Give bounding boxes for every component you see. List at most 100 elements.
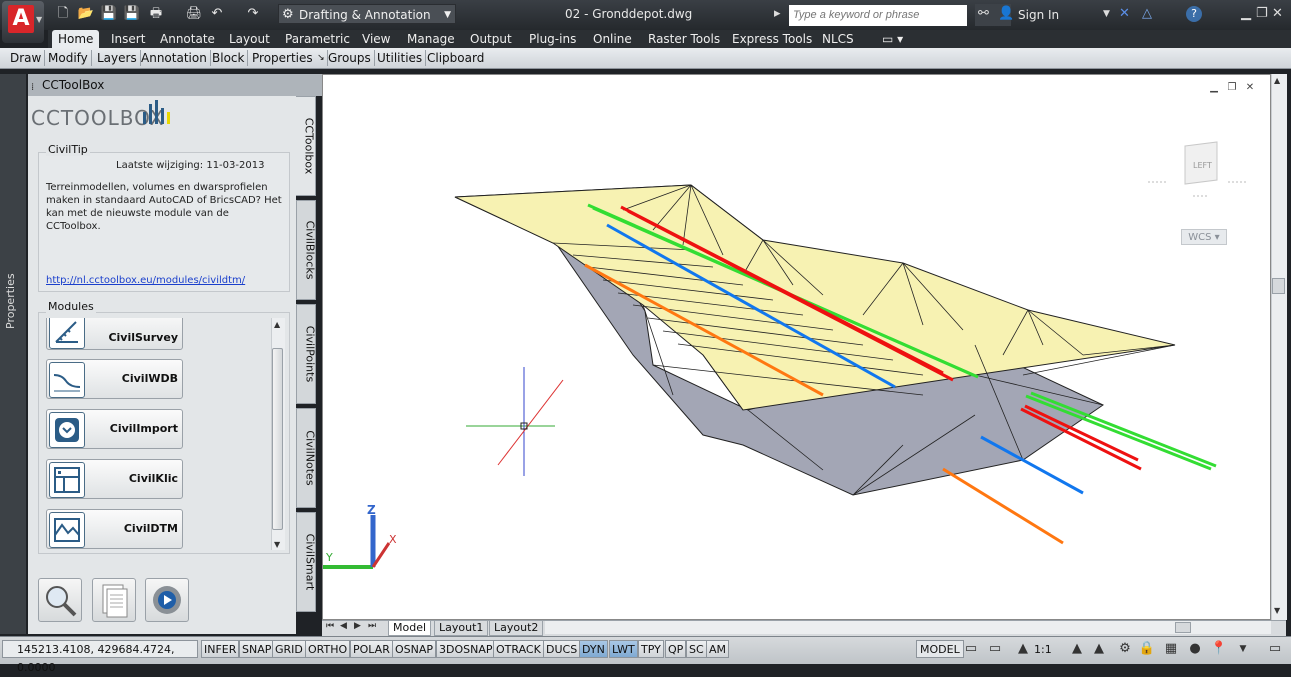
chevron-down-icon[interactable]: ▼ [1103, 9, 1110, 19]
toggle-otrack[interactable]: OTRACK [493, 640, 544, 658]
toggle-tpy[interactable]: TPY [638, 640, 664, 658]
palette-title-bar[interactable]: ⁞ CCToolBox [28, 74, 322, 96]
viewport-vertical-scrollbar[interactable] [1271, 74, 1287, 620]
modules-scroll-thumb[interactable] [272, 348, 283, 530]
panel-groups[interactable]: Groups [325, 50, 375, 66]
model-space-button[interactable]: MODEL [916, 640, 964, 658]
search-expand-icon[interactable]: ▸ [774, 6, 781, 21]
vertical-scroll-thumb[interactable] [1272, 278, 1285, 294]
restore-icon[interactable]: ❐ [1256, 6, 1268, 21]
tab-layout[interactable]: Layout [223, 30, 276, 48]
sign-in-link[interactable]: Sign In [1018, 8, 1059, 22]
application-menu-button[interactable]: A ▼ [2, 1, 44, 43]
module-civilwdb-button[interactable]: CivilWDB [46, 359, 183, 399]
toggle-grid[interactable]: GRID [272, 640, 306, 658]
isolate-objects-icon[interactable]: ● [1186, 640, 1204, 658]
tab-plug-ins[interactable]: Plug-ins [523, 30, 582, 48]
plot-publish-icon[interactable]: 🖶 [147, 6, 165, 22]
tab-civilsmart[interactable]: CivilSmart [296, 512, 317, 612]
toggle-ortho[interactable]: ORTHO [305, 640, 351, 658]
tab-output[interactable]: Output [464, 30, 518, 48]
panel-annotation[interactable]: Annotation [138, 50, 211, 66]
tab-annotate[interactable]: Annotate [154, 30, 221, 48]
tab-manage[interactable]: Manage [401, 30, 461, 48]
documents-button[interactable] [92, 578, 136, 622]
tab-parametric[interactable]: Parametric [279, 30, 356, 48]
toggle-osnap[interactable]: OSNAP [392, 640, 437, 658]
hardware-acceleration-icon[interactable]: ▦ [1162, 640, 1180, 658]
layout-nav-last-icon[interactable]: ⏭ [368, 621, 376, 631]
scroll-up-icon[interactable]: ▲ [274, 320, 280, 329]
scroll-down-icon[interactable]: ▼ [1274, 606, 1280, 615]
annotation-scale-icon[interactable]: ▲ [1014, 640, 1032, 658]
toggle-snap[interactable]: SNAP [239, 640, 275, 658]
panel-layers[interactable]: Layers [94, 50, 141, 66]
close-icon[interactable]: ✕ [1272, 6, 1283, 21]
clean-screen-icon[interactable]: ▭ [1266, 640, 1284, 658]
civiltip-link[interactable]: http://nl.cctoolbox.eu/modules/civildtm/ [46, 275, 245, 286]
chevron-down-icon[interactable]: ▼ [1234, 640, 1252, 658]
tab-raster-tools[interactable]: Raster Tools [642, 30, 726, 48]
search-module-button[interactable] [38, 578, 82, 622]
wcs-menu[interactable]: WCS ▾ [1181, 229, 1227, 245]
tab-civilpoints[interactable]: CivilPoints [296, 304, 317, 404]
help-icon[interactable]: ? [1186, 6, 1202, 22]
drawing-viewport[interactable]: Z Y X [322, 74, 1271, 620]
panel-draw[interactable]: Draw [7, 50, 46, 66]
save-icon[interactable]: 💾 [100, 6, 118, 22]
tab-civilnotes[interactable]: CivilNotes [296, 408, 317, 508]
viewport-restore-icon[interactable]: ❐ [1226, 82, 1238, 94]
module-civilklic-button[interactable]: CivilKlic [46, 459, 183, 499]
layout-nav-next-icon[interactable]: ▶ [354, 621, 361, 631]
panel-properties[interactable]: Properties ↘ [249, 50, 328, 66]
settings-button[interactable] [145, 578, 189, 622]
redo-icon[interactable]: ↷ [244, 6, 262, 22]
tab-nlcs[interactable]: NLCS [816, 30, 860, 48]
coordinates-display[interactable]: 145213.4108, 429684.4724, 0.0000 [2, 640, 198, 674]
layout-tab-layout1[interactable]: Layout1 [434, 621, 489, 636]
undo-icon[interactable]: ↶ [208, 6, 226, 22]
dialog-launcher-icon[interactable]: ↘ [317, 50, 325, 66]
layout-nav-prev-icon[interactable]: ◀ [340, 621, 347, 631]
module-civilimport-button[interactable]: CivilImport [46, 409, 183, 449]
scroll-down-icon[interactable]: ▼ [274, 540, 280, 549]
tab-home[interactable]: Home [52, 30, 100, 48]
workspace-switching-icon[interactable]: ⚙ [1116, 640, 1134, 658]
open-folder-icon[interactable]: 📂 [77, 6, 95, 22]
geolocation-icon[interactable]: 📍 [1210, 640, 1228, 658]
layout-tab-model[interactable]: Model [388, 621, 432, 636]
save-as-icon[interactable]: 💾 [123, 6, 141, 22]
new-file-icon[interactable]: 🗋 [54, 6, 72, 22]
module-civilsurvey-button[interactable]: CivilSurvey [46, 318, 183, 350]
annotation-visibility-icon[interactable]: ▲ [1068, 640, 1086, 658]
toggle-dyn[interactable]: DYN [579, 640, 608, 658]
toggle-lwt[interactable]: LWT [609, 640, 638, 658]
module-civildtm-button[interactable]: CivilDTM [46, 509, 183, 549]
horizontal-scroll-thumb[interactable] [1175, 622, 1191, 633]
autoscale-icon[interactable]: ▲ [1090, 640, 1108, 658]
workspace-dropdown[interactable]: ⚙ Drafting & Annotation ▼ [278, 4, 456, 24]
toggle-ducs[interactable]: DUCS [543, 640, 581, 658]
panel-clipboard[interactable]: Clipboard [424, 50, 487, 66]
viewport-minimize-icon[interactable]: ▁ [1208, 82, 1220, 94]
quick-view-layouts-icon[interactable]: ▭ [962, 640, 980, 658]
tab-online[interactable]: Online [587, 30, 638, 48]
panel-modify[interactable]: Modify [45, 50, 92, 66]
toggle-3dosnap[interactable]: 3DOSNAP [436, 640, 496, 658]
tab-view[interactable]: View [356, 30, 396, 48]
minimize-icon[interactable]: ▁ [1241, 6, 1251, 21]
toggle-polar[interactable]: POLAR [350, 640, 393, 658]
viewport-close-icon[interactable]: ✕ [1244, 82, 1256, 94]
layout-tab-layout2[interactable]: Layout2 [489, 621, 544, 636]
layout-nav-first-icon[interactable]: ⏮ [326, 621, 334, 631]
tab-civilblocks[interactable]: CivilBlocks [296, 200, 317, 300]
annotation-scale-value[interactable]: 1:1 [1034, 643, 1052, 656]
toggle-am[interactable]: AM [706, 640, 730, 658]
ribbon-minimize-toggle[interactable]: ▭ ▾ [876, 30, 909, 48]
toggle-infer[interactable]: INFER [201, 640, 240, 658]
print-icon[interactable]: 🖨 [185, 6, 203, 22]
scroll-up-icon[interactable]: ▲ [1274, 76, 1280, 85]
quick-view-drawings-icon[interactable]: ▭ [986, 640, 1004, 658]
toggle-sc[interactable]: SC [686, 640, 707, 658]
search-input[interactable] [789, 5, 967, 26]
